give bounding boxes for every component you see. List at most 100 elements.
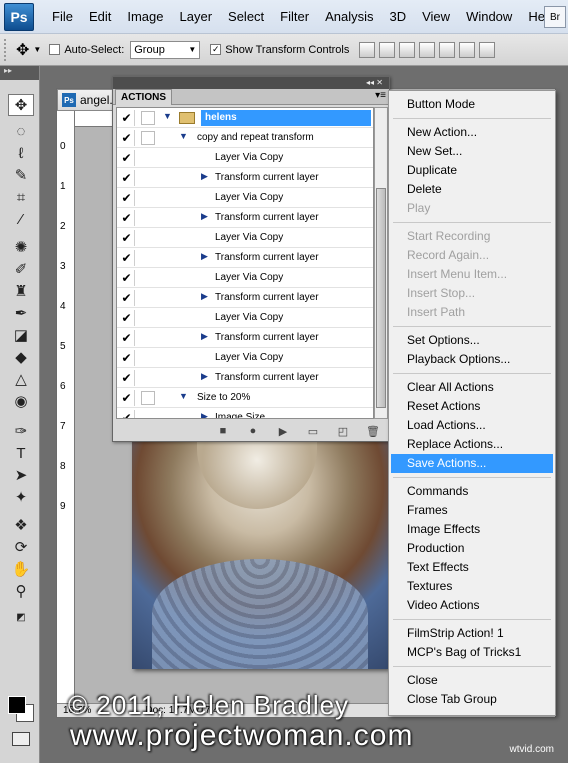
lasso-tool-icon[interactable]: ℓ: [8, 142, 34, 164]
flyout-menu-item[interactable]: MCP's Bag of Tricks1: [391, 643, 553, 662]
eyedropper-tool-icon[interactable]: ⁄: [8, 208, 34, 230]
toggle-item-checkbox[interactable]: ✔: [119, 250, 135, 266]
tools-collapse-icon[interactable]: ▸▸: [0, 66, 39, 80]
shape-tool-icon[interactable]: ✦: [8, 486, 34, 508]
flyout-menu-item[interactable]: Textures: [391, 577, 553, 596]
toggle-item-checkbox[interactable]: ✔: [119, 290, 135, 306]
clone-stamp-icon[interactable]: ♜: [8, 280, 34, 302]
panel-menu-icon[interactable]: ▾≡: [375, 90, 386, 101]
action-row[interactable]: ✔ Layer Via Copy: [117, 268, 373, 288]
stop-icon[interactable]: ■: [208, 425, 238, 437]
panel-collapse-icon[interactable]: ◂◂ ✕: [113, 77, 389, 89]
3d-orbit-icon[interactable]: ⟳: [8, 536, 34, 558]
type-tool-icon[interactable]: T: [8, 442, 34, 464]
action-row[interactable]: ✔ ▶ Transform current layer: [117, 208, 373, 228]
dialog-toggle-box[interactable]: [141, 391, 155, 405]
expand-triangle-icon[interactable]: ▶: [201, 371, 208, 382]
flyout-menu-item[interactable]: Button Mode: [391, 95, 553, 114]
action-row[interactable]: ✔ ▶ Transform current layer: [117, 368, 373, 388]
action-row[interactable]: ✔ ▼ Size to 20%: [117, 388, 373, 408]
flyout-menu-item[interactable]: Production: [391, 539, 553, 558]
align-left-icon[interactable]: [419, 41, 436, 58]
align-right-icon[interactable]: [459, 41, 476, 58]
actions-scrollbar[interactable]: [374, 107, 388, 419]
flyout-menu-item[interactable]: Set Options...: [391, 331, 553, 350]
action-row[interactable]: ✔ ▼ helens: [117, 108, 373, 128]
bridge-button[interactable]: Br: [544, 6, 566, 28]
crop-tool-icon[interactable]: ⌗: [8, 186, 34, 208]
flyout-menu-item[interactable]: Load Actions...: [391, 416, 553, 435]
align-top-icon[interactable]: [359, 41, 376, 58]
dodge-tool-icon[interactable]: ◉: [8, 390, 34, 412]
flyout-menu-item[interactable]: Commands: [391, 482, 553, 501]
flyout-menu-item[interactable]: Reset Actions: [391, 397, 553, 416]
menu-item[interactable]: Layer: [172, 0, 221, 34]
flyout-menu-item[interactable]: Video Actions: [391, 596, 553, 615]
flyout-menu-item[interactable]: Duplicate: [391, 161, 553, 180]
flyout-menu-item[interactable]: Text Effects: [391, 558, 553, 577]
flyout-menu-item[interactable]: New Action...: [391, 123, 553, 142]
vertical-ruler[interactable]: 0 1 2 3 4 5 6 7 8 9: [57, 111, 75, 703]
flyout-menu-item[interactable]: Frames: [391, 501, 553, 520]
path-select-icon[interactable]: ➤: [8, 464, 34, 486]
flyout-menu-item[interactable]: New Set...: [391, 142, 553, 161]
new-action-icon[interactable]: ◰: [328, 425, 358, 438]
scroll-thumb[interactable]: [376, 188, 386, 408]
toggle-item-checkbox[interactable]: ✔: [119, 150, 135, 166]
toggle-item-checkbox[interactable]: ✔: [119, 270, 135, 286]
menu-item[interactable]: Edit: [81, 0, 119, 34]
action-row[interactable]: ✔ Layer Via Copy: [117, 228, 373, 248]
dialog-toggle-box[interactable]: [141, 111, 155, 125]
flyout-menu-item[interactable]: Close: [391, 671, 553, 690]
expand-triangle-icon[interactable]: ▶: [201, 171, 208, 182]
eraser-tool-icon[interactable]: ◪: [8, 324, 34, 346]
menu-item[interactable]: File: [44, 0, 81, 34]
flyout-menu-item[interactable]: Image Effects: [391, 520, 553, 539]
action-row[interactable]: ✔ ▶ Transform current layer: [117, 288, 373, 308]
flyout-menu-item[interactable]: FilmStrip Action! 1: [391, 624, 553, 643]
hand-tool-icon[interactable]: ✋: [8, 558, 34, 580]
toggle-item-checkbox[interactable]: ✔: [119, 390, 135, 406]
action-row[interactable]: ✔ ▶ Transform current layer: [117, 328, 373, 348]
flyout-menu-item[interactable]: Close Tab Group: [391, 690, 553, 709]
healing-brush-icon[interactable]: ✺: [8, 236, 34, 258]
action-row[interactable]: ✔ ▶ Transform current layer: [117, 168, 373, 188]
toggle-item-checkbox[interactable]: ✔: [119, 170, 135, 186]
toggle-item-checkbox[interactable]: ✔: [119, 350, 135, 366]
toggle-item-checkbox[interactable]: ✔: [119, 370, 135, 386]
play-icon[interactable]: ▶: [268, 425, 298, 438]
flyout-menu-item[interactable]: Replace Actions...: [391, 435, 553, 454]
record-icon[interactable]: ●: [238, 425, 268, 437]
marquee-tool-icon[interactable]: ◌: [8, 120, 34, 142]
auto-select-group-dropdown[interactable]: Group ▼: [130, 40, 201, 59]
3d-rotate-icon[interactable]: ❖: [8, 514, 34, 536]
expand-triangle-icon[interactable]: ▶: [201, 291, 208, 302]
align-middle-icon[interactable]: [379, 41, 396, 58]
expand-triangle-icon[interactable]: ▶: [201, 411, 208, 418]
expand-triangle-icon[interactable]: ▶: [201, 331, 208, 342]
options-grip[interactable]: [4, 38, 10, 61]
paint-bucket-icon[interactable]: ◆: [8, 346, 34, 368]
action-row[interactable]: ✔ ▶ Transform current layer: [117, 248, 373, 268]
action-row[interactable]: ✔ Layer Via Copy: [117, 188, 373, 208]
auto-select-checkbox[interactable]: [49, 44, 61, 55]
flyout-menu-item[interactable]: Save Actions...: [391, 454, 553, 473]
toggle-item-checkbox[interactable]: ✔: [119, 210, 135, 226]
dialog-toggle-box[interactable]: [141, 131, 155, 145]
toggle-item-checkbox[interactable]: ✔: [119, 410, 135, 418]
pen-tool-icon[interactable]: ✑: [8, 420, 34, 442]
move-tool-icon[interactable]: ✥: [16, 40, 29, 60]
distribute-top-icon[interactable]: [479, 41, 496, 58]
expand-triangle-icon[interactable]: ▼: [163, 111, 172, 121]
brush-tool-icon[interactable]: ✐: [8, 258, 34, 280]
tool-preset-dropdown-icon[interactable]: ▼: [33, 45, 41, 54]
toggle-item-checkbox[interactable]: ✔: [119, 110, 135, 126]
action-row[interactable]: ✔ Layer Via Copy: [117, 148, 373, 168]
action-row[interactable]: ✔ ▼ copy and repeat transform: [117, 128, 373, 148]
menu-item[interactable]: Filter: [272, 0, 317, 34]
quick-mask-icon[interactable]: [12, 732, 30, 746]
quick-select-tool-icon[interactable]: ✎: [8, 164, 34, 186]
expand-triangle-icon[interactable]: ▶: [201, 211, 208, 222]
toggle-item-checkbox[interactable]: ✔: [119, 190, 135, 206]
expand-triangle-icon[interactable]: ▼: [179, 131, 188, 141]
